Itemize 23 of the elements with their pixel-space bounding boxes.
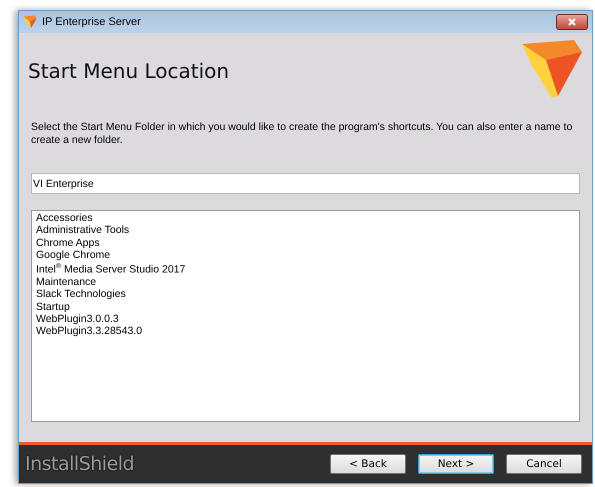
folder-item[interactable]: Accessories [36, 212, 93, 224]
folder-item[interactable]: Chrome Apps [36, 236, 100, 249]
back-button[interactable]: < Back [330, 454, 406, 474]
close-button[interactable] [556, 14, 588, 30]
folder-item[interactable]: WebPlugin3.3.28543.0 [36, 325, 142, 338]
folder-name-field[interactable]: VI Enterprise [31, 173, 580, 194]
folder-item[interactable]: Startup [36, 300, 70, 313]
instructions-text: Select the Start Menu Folder in which you would like to create the program's shortcuts. You can also enter a name to create a new folder. [31, 121, 574, 147]
folder-item[interactable]: Administrative Tools [36, 224, 130, 237]
folder-item[interactable]: Slack Technologies [36, 288, 126, 301]
window-title: IP Enterprise Server [42, 16, 142, 28]
folder-item[interactable]: WebPlugin3.0.0.3 [36, 312, 119, 326]
folder-item[interactable]: Intel$^{®}$ Media Server Studio 2017 [36, 261, 186, 276]
folder-list[interactable]: Accessories Administrative Tools Chrome Apps Google Chrome Intel$^{®}$ Media Server Studio 2017 Maintenance Slack Technologies Startup WebPlugin3.0.0.3 WebPlugin3.3.28543.0 [31, 210, 580, 422]
close-icon [567, 18, 577, 26]
page-title: Start Menu Location [28, 59, 230, 83]
folder-item[interactable]: Google Chrome [36, 248, 110, 262]
folder-item[interactable]: Maintenance [36, 276, 96, 288]
brand-logo: InstallShield [25, 453, 136, 475]
next-button[interactable]: Next > [418, 454, 494, 474]
app-logo-icon [23, 15, 37, 29]
cancel-button[interactable]: Cancel [506, 454, 582, 474]
product-logo-icon [520, 38, 584, 100]
